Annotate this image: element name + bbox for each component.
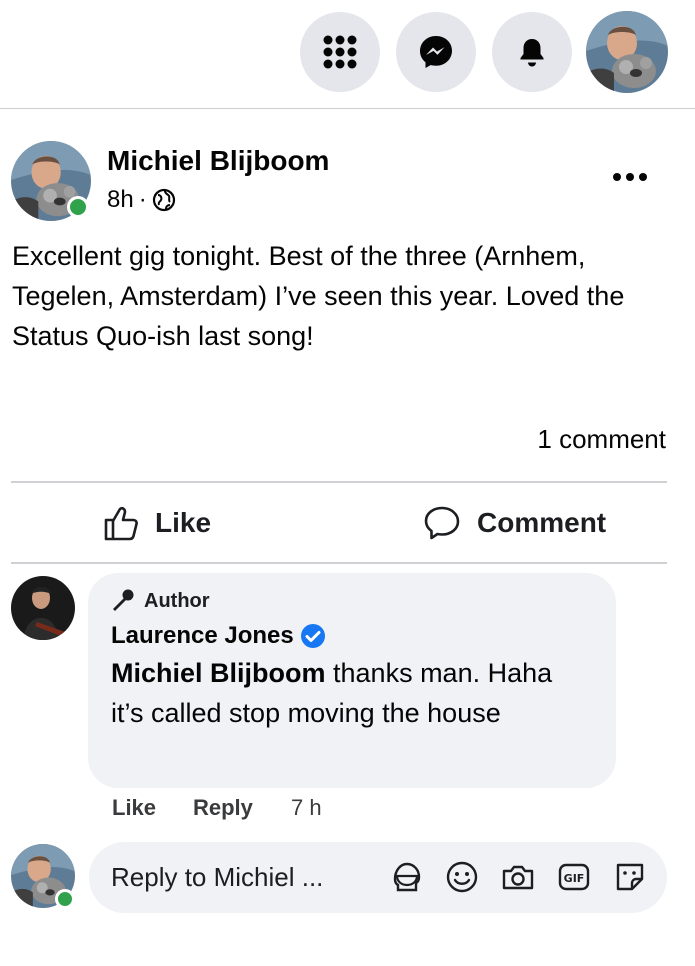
online-status-dot — [67, 196, 89, 218]
user-online-dot — [55, 889, 75, 909]
profile-photo — [586, 11, 668, 93]
globe-icon[interactable] — [152, 188, 176, 212]
commenter-photo — [11, 576, 75, 640]
messenger-icon — [420, 36, 452, 68]
comment-mention[interactable]: Michiel Blijboom — [111, 658, 326, 688]
messenger-button[interactable] — [396, 12, 476, 92]
top-bar — [0, 0, 695, 109]
like-button[interactable]: Like — [103, 504, 211, 542]
comment-count[interactable]: 1 comment — [537, 424, 666, 455]
divider-top — [11, 481, 667, 483]
more-options-icon — [613, 173, 647, 181]
gif-icon[interactable]: GIF — [556, 859, 592, 895]
comment-time[interactable]: 7 h — [291, 795, 322, 821]
more-options-button[interactable] — [608, 160, 652, 194]
notifications-button[interactable] — [492, 12, 572, 92]
author-badge: Author — [110, 588, 210, 614]
thumbs-up-icon — [104, 506, 138, 541]
microphone-icon — [113, 589, 134, 611]
post-time[interactable]: 8h — [107, 186, 134, 214]
avatar-sticker-icon[interactable] — [389, 859, 425, 895]
commenter-avatar[interactable] — [11, 576, 75, 640]
camera-icon[interactable] — [500, 859, 536, 895]
commenter-name[interactable]: Laurence Jones — [111, 622, 294, 650]
comment-bubble-icon — [424, 506, 460, 540]
comment-like-link[interactable]: Like — [112, 795, 156, 821]
comment-reply-link[interactable]: Reply — [193, 795, 253, 821]
profile-avatar-button[interactable] — [586, 11, 668, 93]
sticker-icon[interactable] — [612, 859, 648, 895]
menu-button[interactable] — [300, 12, 380, 92]
bell-icon — [520, 39, 544, 67]
comment-button[interactable]: Comment — [423, 504, 606, 542]
grid-menu-icon — [323, 35, 357, 69]
post-text: Excellent gig tonight. Best of the three… — [12, 241, 625, 351]
emoji-icon[interactable] — [444, 859, 480, 895]
badge-label: Author — [144, 589, 210, 612]
svg-text:GIF: GIF — [564, 872, 585, 885]
comment-text: Michiel Blijboom thanks man. Haha it’s c… — [111, 653, 581, 733]
verified-badge-icon — [300, 624, 325, 648]
meta-separator: · — [138, 186, 147, 213]
reply-input-box[interactable]: Reply to Michiel ... GIF — [89, 842, 667, 913]
commenter-name-row: Laurence Jones — [111, 622, 326, 650]
post-author-name[interactable]: Michiel Blijboom — [107, 145, 329, 177]
comment-bubble: Author Laurence Jones Michiel Blijboom t… — [88, 573, 616, 788]
reply-input[interactable]: Reply to Michiel ... — [111, 862, 323, 893]
post-meta: 8h · — [107, 186, 176, 214]
comment-label: Comment — [477, 507, 607, 538]
like-label: Like — [155, 507, 212, 538]
divider-bottom — [11, 562, 667, 564]
